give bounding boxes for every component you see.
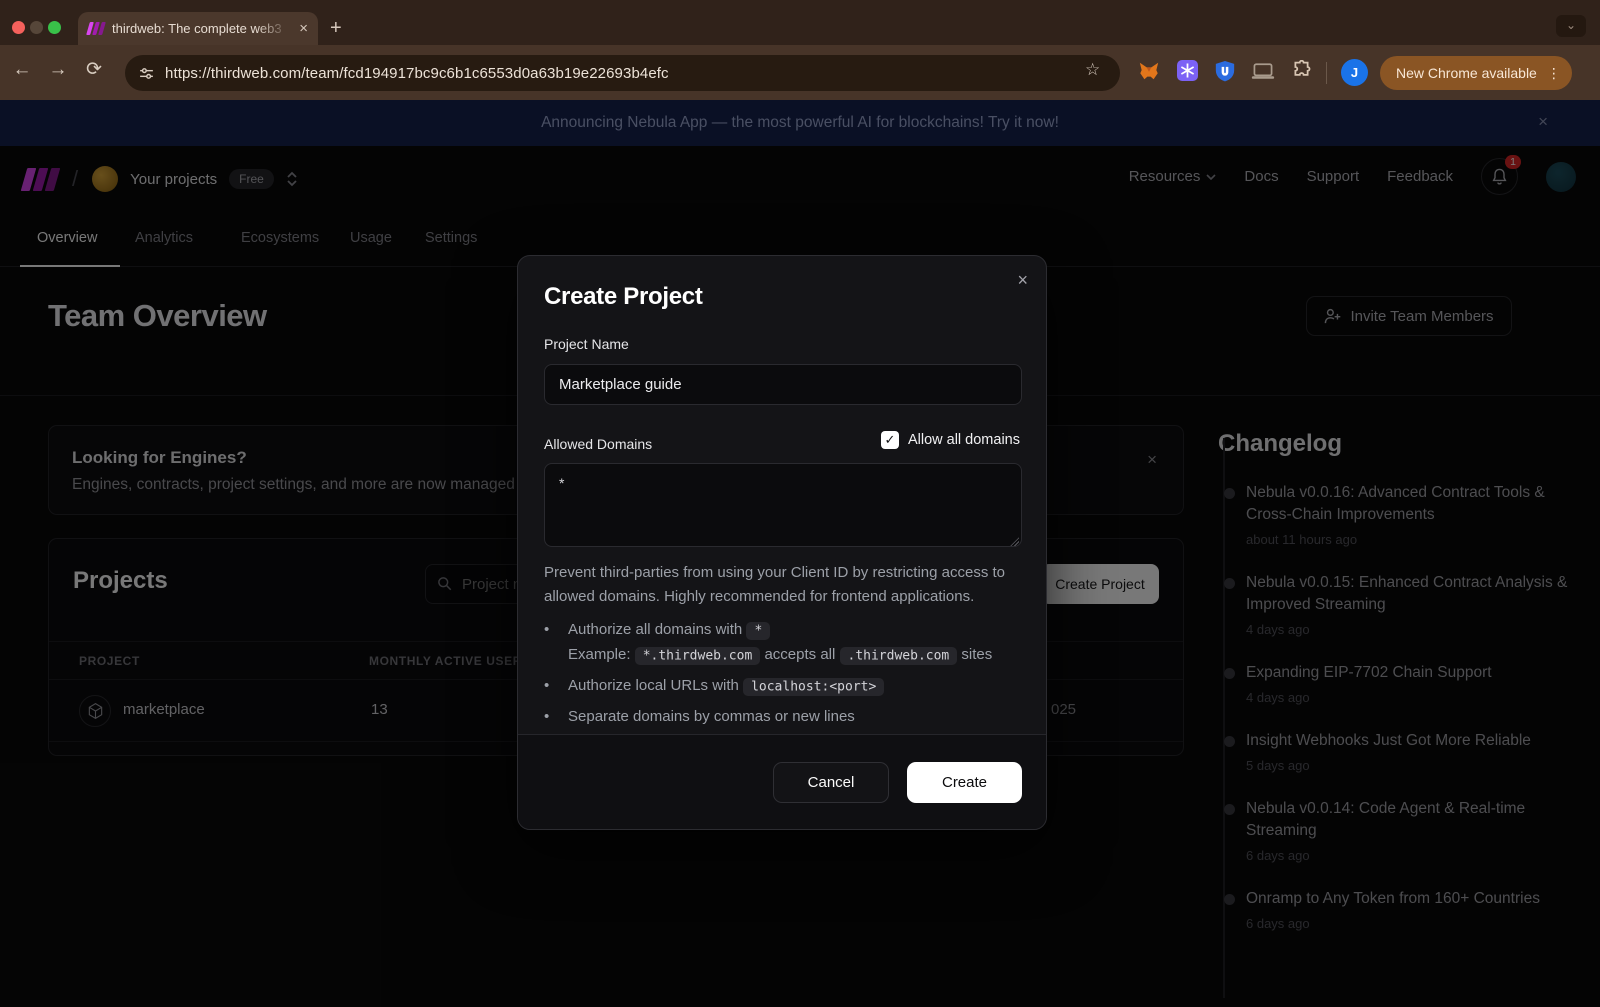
allowed-domains-textarea[interactable]: *	[544, 463, 1022, 547]
help-bullet-3: • Separate domains by commas or new line…	[544, 705, 1026, 729]
help-bullet-1: • Authorize all domains with * Example: …	[544, 618, 1026, 668]
traffic-minimize-button[interactable]	[30, 21, 43, 34]
create-button[interactable]: Create	[907, 762, 1022, 803]
code-asterisk: *	[746, 622, 770, 640]
modal-title: Create Project	[544, 283, 703, 311]
modal-footer: Cancel Create	[518, 734, 1046, 829]
browser-tab[interactable]: thirdweb: The complete web3 ×	[78, 12, 318, 45]
domains-help-list: • Authorize all domains with * Example: …	[544, 618, 1026, 735]
traffic-zoom-button[interactable]	[48, 21, 61, 34]
bullet-icon: •	[544, 618, 568, 668]
snowflake-extension-icon[interactable]	[1177, 60, 1198, 81]
thirdweb-favicon-icon	[88, 22, 104, 35]
browser-menu-icon[interactable]: ⋮	[1547, 65, 1562, 82]
domains-description: Prevent third-parties from using your Cl…	[544, 561, 1024, 608]
allowed-domains-label: Allowed Domains	[544, 436, 652, 452]
traffic-close-button[interactable]	[12, 21, 25, 34]
bullet-icon: •	[544, 705, 568, 729]
allow-all-checkbox[interactable]: ✓	[881, 431, 899, 449]
titlebar-collapse-icon[interactable]: ⌄	[1556, 15, 1586, 37]
allow-all-label[interactable]: Allow all domains	[908, 432, 1020, 448]
shield-extension-icon[interactable]	[1215, 60, 1235, 82]
new-chrome-available-button[interactable]: New Chrome available ⋮	[1380, 56, 1572, 90]
metamask-extension-icon[interactable]	[1138, 60, 1160, 82]
new-tab-button[interactable]: +	[330, 17, 342, 40]
screen: thirdweb: The complete web3 × + ⌄ ← → ⟳ …	[0, 0, 1600, 1007]
reload-icon[interactable]: ⟳	[80, 58, 108, 81]
code-localhost: localhost:<port>	[743, 678, 884, 696]
tab-title-fade	[256, 12, 290, 45]
tab-close-icon[interactable]: ×	[299, 20, 308, 37]
help-bullet-2: • Authorize local URLs with localhost:<p…	[544, 674, 1026, 699]
bookmark-star-icon[interactable]: ☆	[1085, 60, 1100, 80]
project-name-input[interactable]	[544, 364, 1022, 405]
browser-profile-avatar[interactable]: J	[1341, 59, 1368, 86]
url-bar[interactable]: https://thirdweb.com/team/fcd194917bc9c6…	[125, 55, 1120, 91]
allow-all-domains-row[interactable]: ✓ Allow all domains	[881, 431, 1020, 449]
laptop-extension-icon[interactable]	[1251, 63, 1275, 80]
create-project-modal: × Create Project Project Name Allowed Do…	[517, 255, 1047, 830]
code-domain: .thirdweb.com	[840, 647, 958, 665]
back-icon[interactable]: ←	[8, 59, 36, 81]
url-text[interactable]: https://thirdweb.com/team/fcd194917bc9c6…	[165, 65, 669, 82]
bullet-icon: •	[544, 674, 568, 699]
new-chrome-label: New Chrome available	[1396, 65, 1537, 81]
cancel-button[interactable]: Cancel	[773, 762, 889, 803]
forward-icon[interactable]: →	[44, 59, 72, 81]
textarea-resize-handle[interactable]	[1010, 537, 1019, 546]
site-settings-icon[interactable]	[138, 65, 155, 82]
code-wildcard-domain: *.thirdweb.com	[635, 647, 761, 665]
extensions-puzzle-icon[interactable]	[1291, 60, 1312, 81]
project-name-label: Project Name	[544, 336, 629, 352]
toolbar-divider	[1326, 62, 1327, 84]
modal-close-icon[interactable]: ×	[1017, 270, 1028, 291]
